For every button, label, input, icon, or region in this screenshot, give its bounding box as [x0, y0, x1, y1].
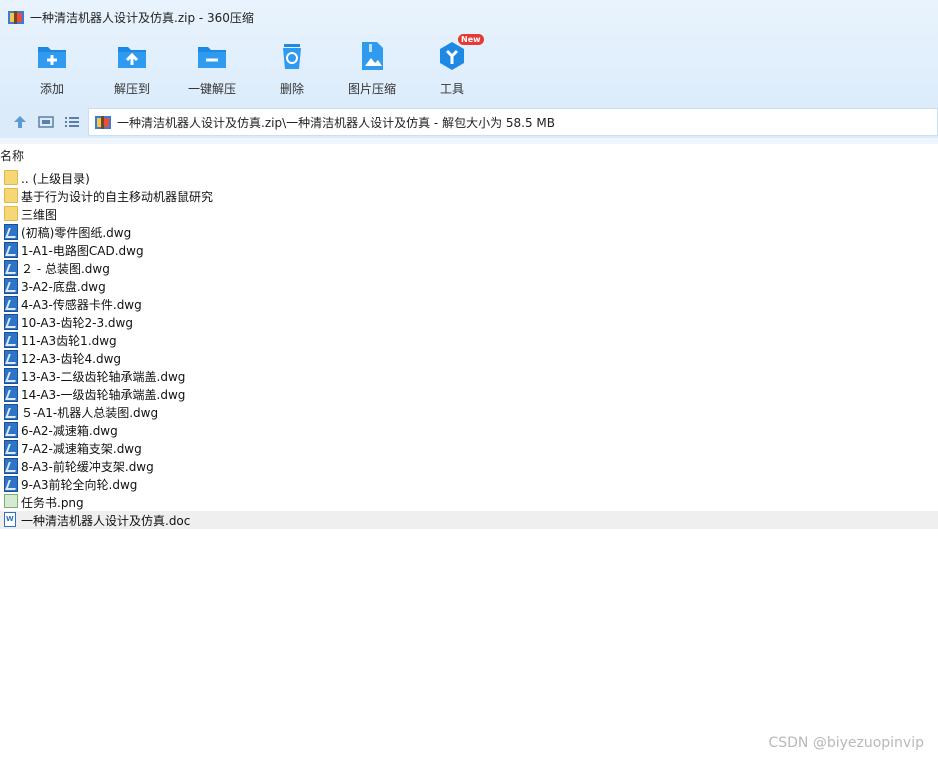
list-item[interactable]: 8-A3-前轮缓冲支架.dwg [0, 457, 938, 475]
add-button-label: 添加 [39, 82, 64, 96]
file-name: ５-A1-机器人总装图.dwg [21, 405, 159, 420]
recycle-bin-icon [276, 40, 308, 72]
list-item[interactable]: 10-A3-齿轮2-3.dwg [0, 313, 938, 331]
dwg-file-icon [4, 242, 19, 258]
list-item[interactable]: .. (上级目录) [0, 169, 938, 187]
dwg-file-icon [4, 314, 19, 330]
extract-to-button[interactable]: 解压到 [92, 36, 172, 100]
image-compress-label: 图片压缩 [347, 82, 396, 96]
dwg-file-icon [4, 404, 19, 420]
file-name: (初稿)零件图纸.dwg [21, 225, 132, 240]
window-header: 一种清洁机器人设计及仿真.zip - 360压缩 添加 解压到 一键解压 删除 … [0, 0, 938, 106]
file-name: 10-A3-齿轮2-3.dwg [21, 315, 133, 330]
list-item[interactable]: 3-A2-底盘.dwg [0, 277, 938, 295]
list-item[interactable]: 14-A3-一级齿轮轴承端盖.dwg [0, 385, 938, 403]
list-item[interactable]: 9-A3前轮全向轮.dwg [0, 475, 938, 493]
list-item[interactable]: (初稿)零件图纸.dwg [0, 223, 938, 241]
toolbar: 添加 解压到 一键解压 删除 图片压缩 New 工具 [0, 34, 938, 100]
list-item[interactable]: ５-A1-机器人总装图.dwg [0, 403, 938, 421]
image-compress-icon [356, 40, 388, 72]
dwg-file-icon [4, 350, 19, 366]
tools-label: 工具 [439, 82, 464, 96]
folder-icon [4, 170, 19, 186]
extract-to-icon [116, 40, 148, 72]
title-bar: 一种清洁机器人设计及仿真.zip - 360压缩 [0, 0, 938, 34]
address-bar[interactable]: 一种清洁机器人设计及仿真.zip\一种清洁机器人设计及仿真 - 解包大小为 58… [88, 108, 938, 136]
dwg-file-icon [4, 278, 19, 294]
file-name: ２ - 总装图.dwg [21, 261, 110, 276]
dwg-file-icon [4, 476, 19, 492]
file-name: 8-A3-前轮缓冲支架.dwg [21, 459, 154, 474]
address-row: 一种清洁机器人设计及仿真.zip\一种清洁机器人设计及仿真 - 解包大小为 58… [0, 106, 938, 138]
folder-icon [4, 188, 19, 204]
list-item[interactable]: 7-A2-减速箱支架.dwg [0, 439, 938, 457]
dwg-file-icon [4, 260, 19, 276]
list-item[interactable]: 6-A2-减速箱.dwg [0, 421, 938, 439]
list-item[interactable]: 11-A3齿轮1.dwg [0, 331, 938, 349]
dwg-file-icon [4, 458, 19, 474]
extract-to-label: 解压到 [113, 82, 150, 96]
list-item[interactable]: 任务书.png [0, 493, 938, 511]
zip-archive-icon [8, 9, 24, 25]
file-name: 4-A3-传感器卡件.dwg [21, 297, 142, 312]
list-item[interactable]: 一种清洁机器人设计及仿真.doc [0, 511, 938, 529]
list-item[interactable]: ２ - 总装图.dwg [0, 259, 938, 277]
file-name: 3-A2-底盘.dwg [21, 279, 106, 294]
file-list: .. (上级目录) 基于行为设计的自主移动机器鼠研究 三维图 (初稿)零件图纸.dwg… [0, 169, 938, 529]
file-name: 1-A1-电路图CAD.dwg [21, 243, 144, 258]
dwg-file-icon [4, 386, 19, 402]
dwg-file-icon [4, 368, 19, 384]
dwg-file-icon [4, 224, 19, 240]
file-name: 14-A3-一级齿轮轴承端盖.dwg [21, 387, 186, 402]
window-title: 一种清洁机器人设计及仿真.zip - 360压缩 [30, 10, 254, 25]
delete-label: 删除 [279, 82, 304, 96]
file-name: 基于行为设计的自主移动机器鼠研究 [21, 189, 214, 204]
doc-file-icon [4, 512, 19, 528]
image-compress-button[interactable]: 图片压缩 [332, 36, 412, 100]
address-path: 一种清洁机器人设计及仿真.zip\一种清洁机器人设计及仿真 - 解包大小为 58… [117, 115, 556, 130]
delete-button[interactable]: 删除 [252, 36, 332, 100]
folder-icon [4, 206, 19, 222]
add-folder-icon [36, 40, 68, 72]
file-name: 任务书.png [21, 495, 84, 510]
tools-button[interactable]: New 工具 [412, 34, 492, 100]
up-arrow-icon[interactable] [12, 114, 28, 130]
file-name: 12-A3-齿轮4.dwg [21, 351, 122, 366]
zip-archive-icon [95, 115, 111, 129]
file-name: 13-A3-二级齿轮轴承端盖.dwg [21, 369, 186, 384]
file-name: 6-A2-减速箱.dwg [21, 423, 118, 438]
one-click-extract-icon [196, 40, 228, 72]
tools-icon: New [436, 34, 484, 72]
list-item[interactable]: 三维图 [0, 205, 938, 223]
list-item[interactable]: 4-A3-传感器卡件.dwg [0, 295, 938, 313]
png-file-icon [4, 494, 19, 510]
list-item[interactable]: 1-A1-电路图CAD.dwg [0, 241, 938, 259]
dwg-file-icon [4, 296, 19, 312]
list-view-icon[interactable] [64, 114, 80, 130]
watermark: CSDN @biyezuopinvip [768, 735, 924, 751]
list-item[interactable]: 12-A3-齿轮4.dwg [0, 349, 938, 367]
new-badge: New [458, 34, 484, 45]
one-click-extract-button[interactable]: 一键解压 [172, 36, 252, 100]
file-name: 9-A3前轮全向轮.dwg [21, 477, 138, 492]
list-item[interactable]: 基于行为设计的自主移动机器鼠研究 [0, 187, 938, 205]
file-name: 三维图 [21, 207, 58, 222]
dwg-file-icon [4, 440, 19, 456]
list-item[interactable]: 13-A3-二级齿轮轴承端盖.dwg [0, 367, 938, 385]
one-click-extract-label: 一键解压 [187, 82, 236, 96]
dwg-file-icon [4, 422, 19, 438]
divider [0, 138, 938, 144]
file-name: 11-A3齿轮1.dwg [21, 333, 117, 348]
add-button[interactable]: 添加 [12, 36, 92, 100]
thumbnail-view-icon[interactable] [38, 114, 54, 130]
column-header-name[interactable]: 名称 [0, 147, 938, 163]
file-name: 7-A2-减速箱支架.dwg [21, 441, 142, 456]
file-name: .. (上级目录) [21, 171, 90, 186]
dwg-file-icon [4, 332, 19, 348]
file-name: 一种清洁机器人设计及仿真.doc [21, 513, 191, 528]
